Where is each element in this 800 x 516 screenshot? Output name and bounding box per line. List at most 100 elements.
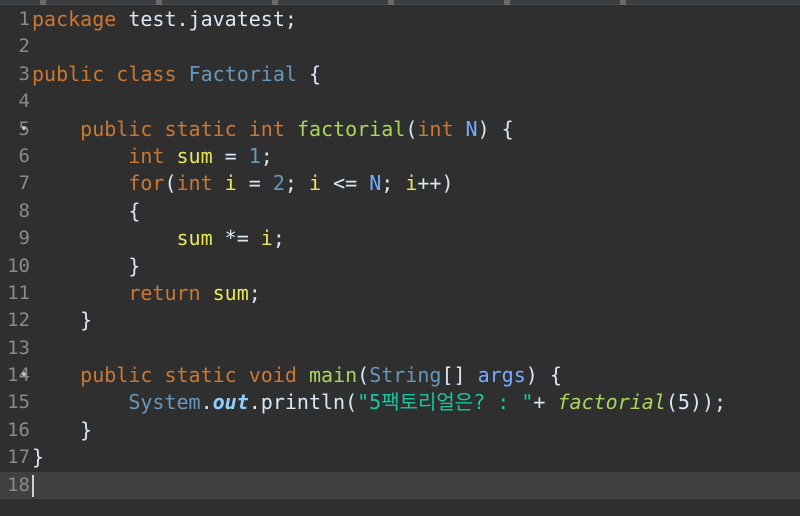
code-area[interactable]: 1 package test.javatest; 2 3 public clas… bbox=[0, 6, 800, 500]
brace: } bbox=[80, 417, 93, 442]
keyword: return bbox=[128, 280, 201, 305]
paren: ( bbox=[405, 116, 418, 141]
local-variable: sum bbox=[212, 280, 249, 305]
code-line-10[interactable]: 10 } bbox=[0, 253, 800, 280]
code-line-11[interactable]: 11 return sum; bbox=[0, 280, 800, 307]
tab-marker[interactable] bbox=[272, 0, 278, 5]
keyword: static bbox=[164, 363, 237, 388]
static-method-call: factorial bbox=[557, 390, 666, 415]
line-number: 1 bbox=[18, 8, 30, 30]
tab-marker[interactable] bbox=[388, 0, 394, 5]
static-field: out bbox=[212, 390, 249, 415]
keyword: public bbox=[80, 363, 153, 388]
text-cursor bbox=[32, 474, 34, 497]
line-number: 18 bbox=[7, 473, 30, 496]
parameter: N bbox=[369, 171, 382, 196]
line-number: 10 bbox=[7, 254, 30, 277]
code-line-13[interactable]: 13 bbox=[0, 335, 800, 362]
line-source: int sum = 1; bbox=[32, 143, 273, 170]
tab-marker[interactable] bbox=[620, 0, 626, 5]
local-variable: i bbox=[308, 171, 322, 196]
local-variable: i bbox=[224, 171, 237, 196]
line-number: 7 bbox=[18, 172, 30, 195]
code-line-1[interactable]: 1 package test.javatest; bbox=[0, 6, 800, 33]
brace: } bbox=[128, 253, 141, 278]
local-variable: i bbox=[405, 171, 418, 196]
paren: ) { bbox=[525, 363, 562, 388]
paren: ( bbox=[357, 363, 370, 388]
editor-tab-strip[interactable] bbox=[0, 0, 800, 5]
keyword: int bbox=[176, 171, 213, 196]
code-line-5[interactable]: 5 • public static int factorial(int N) { bbox=[0, 116, 800, 143]
code-editor[interactable]: 1 package test.javatest; 2 3 public clas… bbox=[0, 0, 800, 516]
code-line-14[interactable]: 14 • public static void main(String[] ar… bbox=[0, 362, 800, 389]
line-number: 12 bbox=[7, 309, 30, 332]
number-literal: 2 bbox=[272, 171, 285, 196]
line-number: 6 bbox=[18, 144, 30, 167]
line-number: 9 bbox=[18, 227, 30, 250]
line-number: 16 bbox=[7, 418, 30, 441]
method-name: factorial bbox=[296, 116, 406, 141]
line-source: System.out.println("5팩토리얼은? : "+ factori… bbox=[32, 389, 726, 416]
line-source: { bbox=[32, 198, 140, 225]
semicolon: ; bbox=[248, 280, 261, 305]
string-literal: "5팩토리얼은? : " bbox=[357, 390, 534, 415]
keyword: int bbox=[248, 116, 285, 141]
operator: ++) bbox=[417, 171, 454, 196]
operator: <= bbox=[321, 171, 370, 196]
call-args: (5)); bbox=[665, 390, 727, 415]
line-number: 11 bbox=[7, 281, 30, 304]
separator: ; bbox=[284, 171, 309, 196]
code-line-17[interactable]: 17 } bbox=[0, 444, 800, 471]
semicolon: ; bbox=[260, 143, 273, 168]
line-source: public static void main(String[] args) { bbox=[32, 362, 562, 389]
line-source: package test.javatest; bbox=[32, 6, 297, 33]
code-line-7[interactable]: 7 for(int i = 2; i <= N; i++) bbox=[0, 170, 800, 197]
dot: . bbox=[200, 390, 213, 415]
number-literal: 1 bbox=[248, 143, 261, 168]
code-line-18-current[interactable]: 18 bbox=[0, 471, 800, 500]
keyword: package bbox=[32, 7, 117, 31]
method-name: main bbox=[308, 363, 358, 388]
line-number: 4 bbox=[18, 90, 30, 113]
tab-marker[interactable] bbox=[504, 0, 510, 5]
code-line-3[interactable]: 3 public class Factorial { bbox=[0, 61, 800, 88]
package-name: test.javatest; bbox=[116, 7, 297, 31]
line-source: } bbox=[32, 307, 92, 334]
line-number: 15 bbox=[7, 391, 30, 414]
code-line-2[interactable]: 2 bbox=[0, 33, 800, 60]
line-number: 13 bbox=[7, 336, 30, 359]
code-line-16[interactable]: 16 } bbox=[0, 417, 800, 444]
keyword: int bbox=[128, 143, 165, 168]
type-name: String bbox=[369, 363, 442, 388]
tab-marker[interactable] bbox=[40, 0, 46, 5]
code-line-8[interactable]: 8 { bbox=[0, 198, 800, 225]
operator: = bbox=[236, 171, 273, 196]
operator: *= bbox=[212, 226, 261, 251]
paren: ) { bbox=[477, 116, 514, 141]
brace: { bbox=[296, 61, 322, 86]
method-call: println( bbox=[260, 390, 358, 415]
code-line-12[interactable]: 12 } bbox=[0, 307, 800, 334]
separator: ; bbox=[381, 171, 406, 196]
code-line-15[interactable]: 15 System.out.println("5팩토리얼은? : "+ fact… bbox=[0, 389, 800, 416]
keyword: class bbox=[116, 61, 177, 86]
code-line-6[interactable]: 6 int sum = 1; bbox=[0, 143, 800, 170]
line-source: } bbox=[32, 444, 44, 471]
line-number: 8 bbox=[18, 199, 30, 222]
local-variable: i bbox=[260, 226, 273, 251]
operator: + bbox=[533, 390, 558, 415]
fold-collapse-icon[interactable]: • bbox=[20, 116, 28, 143]
fold-collapse-icon[interactable]: • bbox=[20, 362, 28, 389]
parameter: args bbox=[477, 363, 526, 388]
line-source: for(int i = 2; i <= N; i++) bbox=[32, 170, 454, 197]
tab-marker[interactable] bbox=[156, 0, 162, 5]
code-line-4[interactable]: 4 bbox=[0, 88, 800, 115]
semicolon: ; bbox=[272, 226, 285, 251]
line-number: 17 bbox=[7, 446, 30, 469]
keyword: public bbox=[32, 61, 105, 86]
keyword: int bbox=[417, 116, 454, 141]
code-line-9[interactable]: 9 sum *= i; bbox=[0, 225, 800, 252]
line-number: 2 bbox=[18, 35, 30, 58]
keyword: public bbox=[80, 116, 153, 141]
